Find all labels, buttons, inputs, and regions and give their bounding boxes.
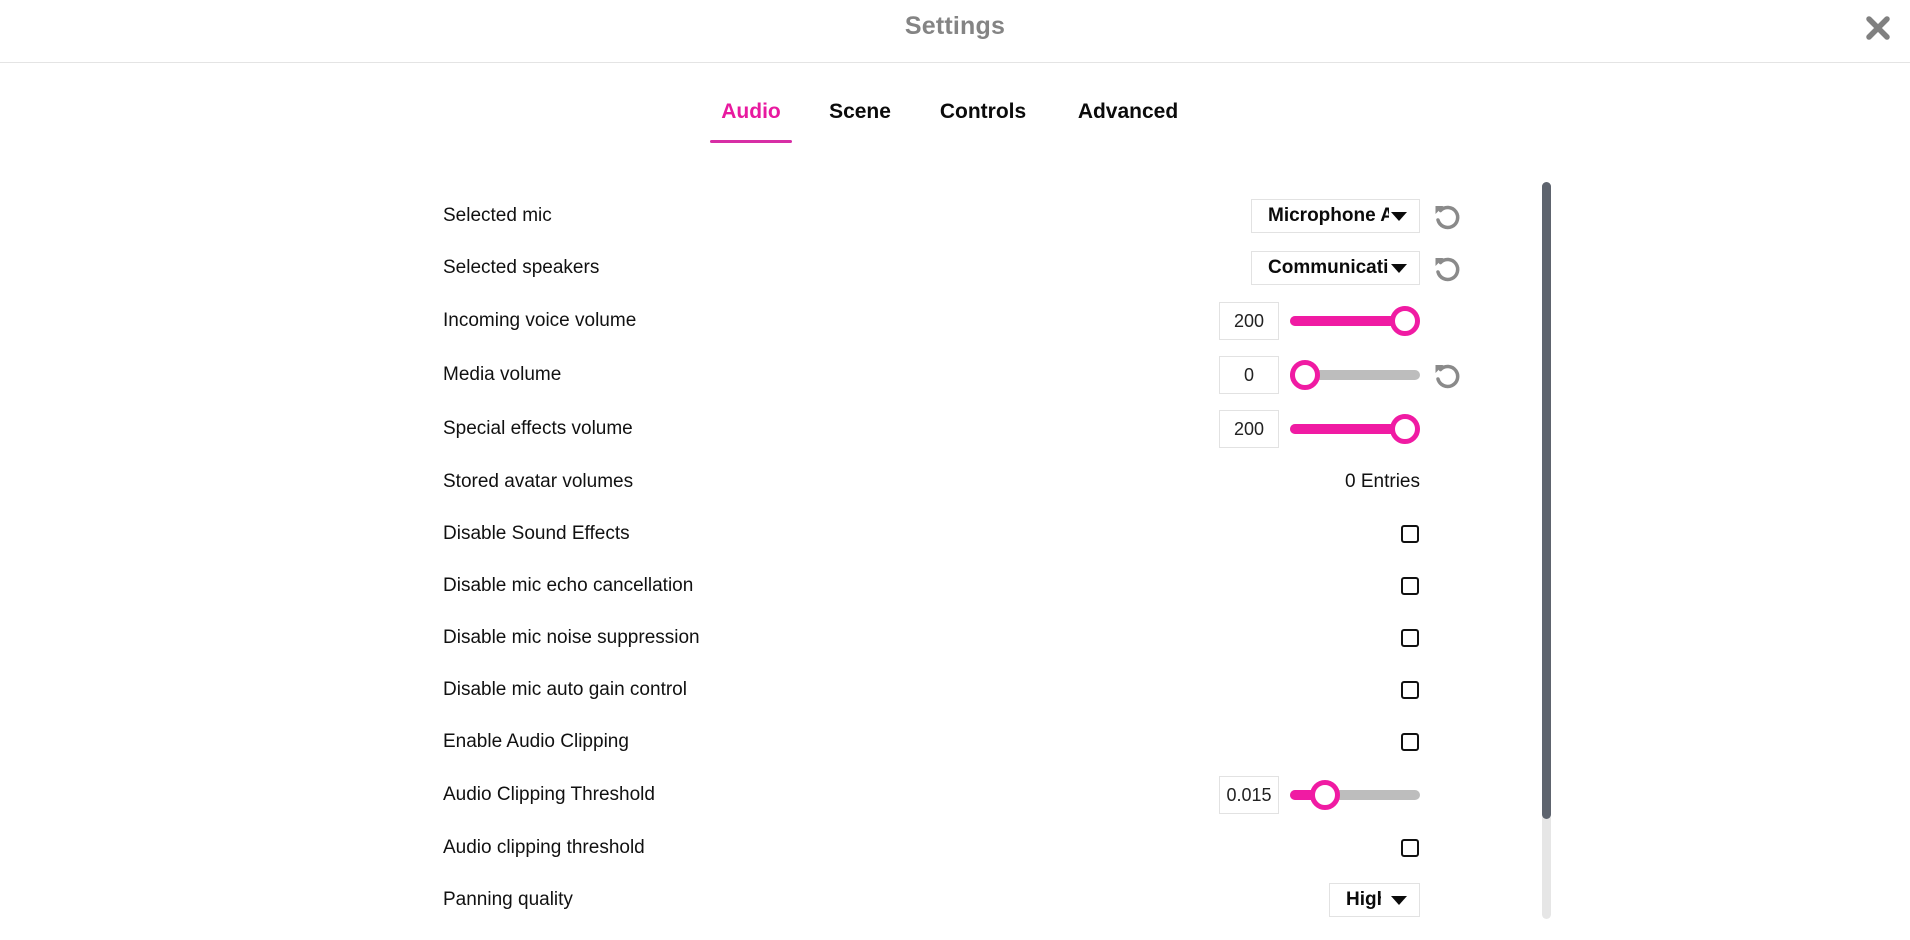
slider-fill <box>1290 424 1405 434</box>
disable-echo-cancellation-checkbox[interactable] <box>1401 577 1419 595</box>
panning-quality-select[interactable]: High <box>1329 883 1420 917</box>
reset-media-volume-button[interactable] <box>1431 360 1463 392</box>
reset-icon <box>1435 364 1460 389</box>
audio-clipping-threshold-input[interactable]: 0.015 <box>1219 776 1279 814</box>
setting-row-selected-speakers: Selected speakers Communications <box>443 242 1483 294</box>
stored-avatar-volumes-count: 0 Entries <box>1345 471 1420 492</box>
media-volume-slider[interactable] <box>1290 357 1420 393</box>
slider-thumb[interactable] <box>1310 780 1340 810</box>
setting-row-disable-echo-cancellation: Disable mic echo cancellation <box>443 560 1483 612</box>
caret-down-icon <box>1391 263 1407 273</box>
setting-label: Disable Sound Effects <box>443 523 630 544</box>
setting-label: Disable mic echo cancellation <box>443 575 694 596</box>
special-effects-volume-input[interactable]: 200 <box>1219 410 1279 448</box>
setting-label: Enable Audio Clipping <box>443 731 629 752</box>
incoming-voice-volume-input[interactable]: 200 <box>1219 302 1279 340</box>
setting-row-audio-clipping-threshold: Audio Clipping Threshold 0.015 <box>443 769 1483 821</box>
setting-label: Disable mic auto gain control <box>443 679 687 700</box>
settings-scrollbar[interactable] <box>1542 182 1551 919</box>
slider-thumb[interactable] <box>1390 414 1420 444</box>
media-volume-input[interactable]: 0 <box>1219 356 1279 394</box>
reset-mic-button[interactable] <box>1431 201 1463 233</box>
disable-auto-gain-checkbox[interactable] <box>1401 681 1419 699</box>
slider-thumb[interactable] <box>1290 360 1320 390</box>
speakers-select[interactable]: Communications <box>1251 251 1420 285</box>
setting-row-incoming-voice-volume: Incoming voice volume 200 <box>443 295 1483 347</box>
setting-label: Special effects volume <box>443 418 633 439</box>
reset-icon <box>1435 257 1460 282</box>
mic-select[interactable]: Microphone A <box>1251 199 1420 233</box>
special-effects-volume-slider[interactable] <box>1290 411 1420 447</box>
setting-label: Disable mic noise suppression <box>443 627 700 648</box>
settings-tabs: Audio Scene Controls Advanced <box>0 94 1910 144</box>
setting-row-panning-quality: Panning quality High <box>443 874 1483 926</box>
tab-controls[interactable]: Controls <box>938 94 1028 144</box>
setting-label: Selected mic <box>443 205 552 226</box>
speakers-select-value: Communications <box>1268 257 1389 278</box>
incoming-voice-volume-slider[interactable] <box>1290 303 1420 339</box>
setting-label: Audio Clipping Threshold <box>443 784 655 805</box>
setting-row-enable-audio-clipping: Enable Audio Clipping <box>443 716 1483 768</box>
setting-label: Selected speakers <box>443 257 600 278</box>
tab-audio[interactable]: Audio <box>710 94 792 144</box>
mic-select-value: Microphone A <box>1268 205 1389 226</box>
reset-speakers-button[interactable] <box>1431 253 1463 285</box>
caret-down-icon <box>1391 211 1407 221</box>
reset-icon <box>1435 205 1460 230</box>
tab-scene[interactable]: Scene <box>828 94 892 144</box>
scrollbar-thumb[interactable] <box>1542 182 1551 819</box>
slider-thumb[interactable] <box>1390 306 1420 336</box>
setting-label: Panning quality <box>443 889 573 910</box>
audio-clipping-threshold-checkbox[interactable] <box>1401 839 1419 857</box>
setting-label: Audio clipping threshold <box>443 837 645 858</box>
close-button[interactable] <box>1862 12 1894 44</box>
setting-row-disable-auto-gain: Disable mic auto gain control <box>443 664 1483 716</box>
audio-settings-list: Selected mic Microphone A Selected speak… <box>443 190 1483 940</box>
setting-row-audio-clipping-threshold-toggle: Audio clipping threshold <box>443 822 1483 874</box>
setting-label: Stored avatar volumes <box>443 471 634 492</box>
setting-row-selected-mic: Selected mic Microphone A <box>443 190 1483 242</box>
setting-label: Incoming voice volume <box>443 310 637 331</box>
audio-clipping-threshold-slider[interactable] <box>1290 777 1420 813</box>
setting-row-special-effects-volume: Special effects volume 200 <box>443 403 1483 455</box>
tab-advanced[interactable]: Advanced <box>1074 94 1182 144</box>
setting-label: Media volume <box>443 364 562 385</box>
settings-header: Settings <box>0 0 1910 63</box>
close-icon <box>1866 16 1890 40</box>
disable-sound-effects-checkbox[interactable] <box>1401 525 1419 543</box>
setting-row-media-volume: Media volume 0 <box>443 349 1483 401</box>
setting-row-disable-sound-effects: Disable Sound Effects <box>443 508 1483 560</box>
slider-fill <box>1290 316 1405 326</box>
panning-quality-value: High <box>1346 889 1381 910</box>
page-title: Settings <box>904 12 1006 40</box>
enable-audio-clipping-checkbox[interactable] <box>1401 733 1419 751</box>
setting-row-disable-noise-suppression: Disable mic noise suppression <box>443 612 1483 664</box>
setting-row-stored-avatar-volumes: Stored avatar volumes 0 Entries <box>443 456 1483 508</box>
disable-noise-suppression-checkbox[interactable] <box>1401 629 1419 647</box>
caret-down-icon <box>1391 895 1407 905</box>
